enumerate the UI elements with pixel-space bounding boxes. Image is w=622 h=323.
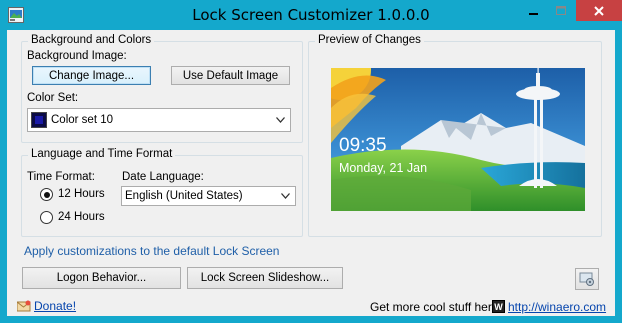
preview-image: 09:35 Monday, 21 Jan [331, 68, 585, 211]
preview-clock: 09:35 [339, 135, 387, 156]
color-set-combobox[interactable]: Color set 10 [27, 108, 291, 132]
background-image-label: Background Image: [27, 50, 127, 62]
date-language-label: Date Language: [122, 171, 204, 183]
close-icon [594, 5, 604, 16]
apply-customizations-link[interactable]: Apply customizations to the default Lock… [24, 244, 279, 258]
close-button[interactable] [576, 0, 622, 21]
minimize-icon [529, 12, 538, 15]
date-language-combobox[interactable]: English (United States) [121, 186, 296, 206]
settings-icon-button[interactable] [575, 268, 599, 290]
radio-12-hours-label[interactable]: 12 Hours [58, 188, 105, 200]
background-colors-group: Background and Colors Background Image: … [21, 34, 303, 143]
chevron-down-icon [276, 117, 285, 123]
winaero-logo: W [492, 300, 505, 313]
group-title: Language and Time Format [28, 148, 176, 160]
lock-screen-settings-icon [579, 272, 594, 286]
preview-date: Monday, 21 Jan [339, 161, 427, 175]
date-language-value: English (United States) [125, 190, 243, 202]
radio-24-hours[interactable] [40, 211, 53, 224]
group-title: Background and Colors [28, 34, 155, 46]
title-bar[interactable]: Lock Screen Customizer 1.0.0.0 [0, 0, 622, 30]
radio-24-hours-label[interactable]: 24 Hours [58, 211, 105, 223]
winaero-link[interactable]: http://winaero.com [508, 300, 606, 314]
language-time-group: Language and Time Format Time Format: 12… [21, 148, 303, 237]
time-format-label: Time Format: [27, 171, 95, 183]
minimize-button[interactable] [520, 0, 548, 21]
logon-behavior-button[interactable]: Logon Behavior... [22, 267, 181, 289]
change-image-button[interactable]: Change Image... [32, 66, 151, 85]
use-default-image-button[interactable]: Use Default Image [171, 66, 290, 85]
lock-screen-preview: 09:35 Monday, 21 Jan [331, 68, 585, 211]
radio-12-hours[interactable] [40, 188, 53, 201]
group-title: Preview of Changes [315, 34, 424, 46]
donate-link[interactable]: Donate! [34, 299, 76, 313]
donate-icon [16, 300, 31, 312]
color-swatch [31, 112, 47, 128]
maximize-icon [556, 5, 566, 15]
chevron-down-icon [281, 193, 290, 199]
maximize-button[interactable] [548, 0, 574, 21]
color-set-value: Color set 10 [51, 114, 114, 126]
more-stuff-text: Get more cool stuff here: [370, 300, 502, 314]
color-set-label: Color Set: [27, 92, 79, 104]
lock-screen-slideshow-button[interactable]: Lock Screen Slideshow... [187, 267, 343, 289]
app-window: Lock Screen Customizer 1.0.0.0 Backgroun… [0, 0, 622, 323]
